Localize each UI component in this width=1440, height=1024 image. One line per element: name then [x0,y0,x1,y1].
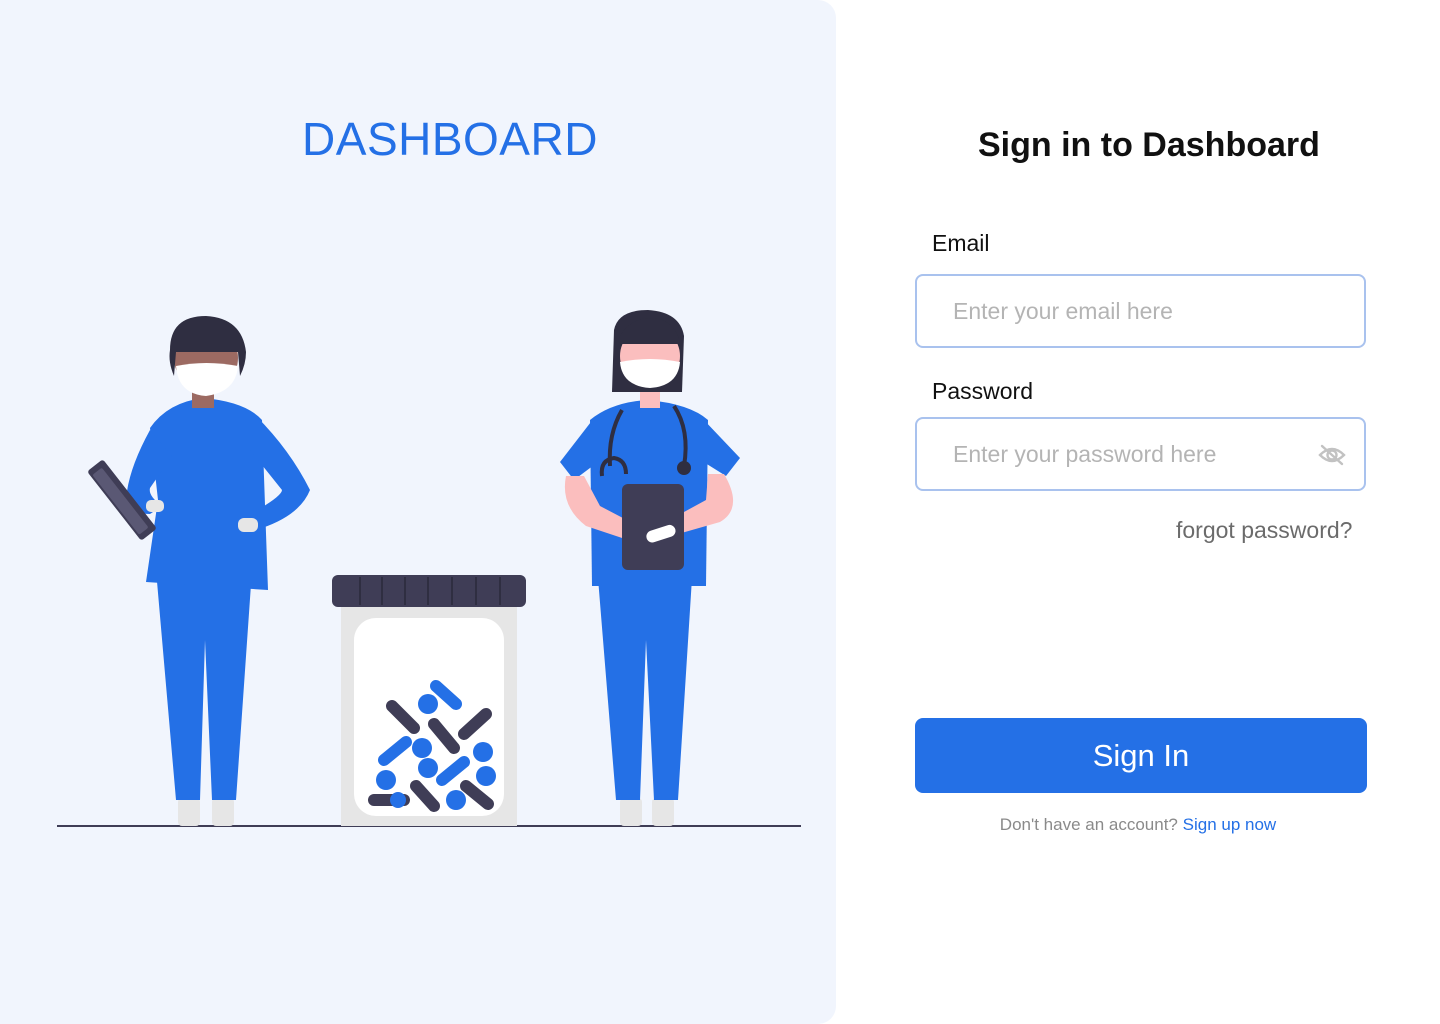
eye-off-icon[interactable] [1318,443,1346,467]
signup-prompt-line: Don't have an account? Sign up now [836,815,1440,835]
sign-in-button[interactable]: Sign In [915,718,1367,793]
password-label: Password [932,378,1033,404]
sign-up-link[interactable]: Sign up now [1183,815,1277,834]
email-input[interactable] [953,297,1328,325]
password-input[interactable] [953,440,1328,468]
medical-staff-illustration [57,310,801,827]
email-label: Email [932,230,990,256]
email-field-box [915,274,1366,348]
password-field-box [915,417,1366,491]
pill-jar [332,575,526,826]
form-title: Sign in to Dashboard [978,126,1320,164]
forgot-password-link[interactable]: forgot password? [1176,517,1352,544]
illustration-panel: DASHBOARD [0,0,836,1024]
right-nurse-figure [560,310,740,826]
signup-prompt-text: Don't have an account? [999,815,1178,834]
signin-panel: Sign in to Dashboard Email Password forg… [836,0,1440,1024]
left-doctor-figure [88,316,310,826]
